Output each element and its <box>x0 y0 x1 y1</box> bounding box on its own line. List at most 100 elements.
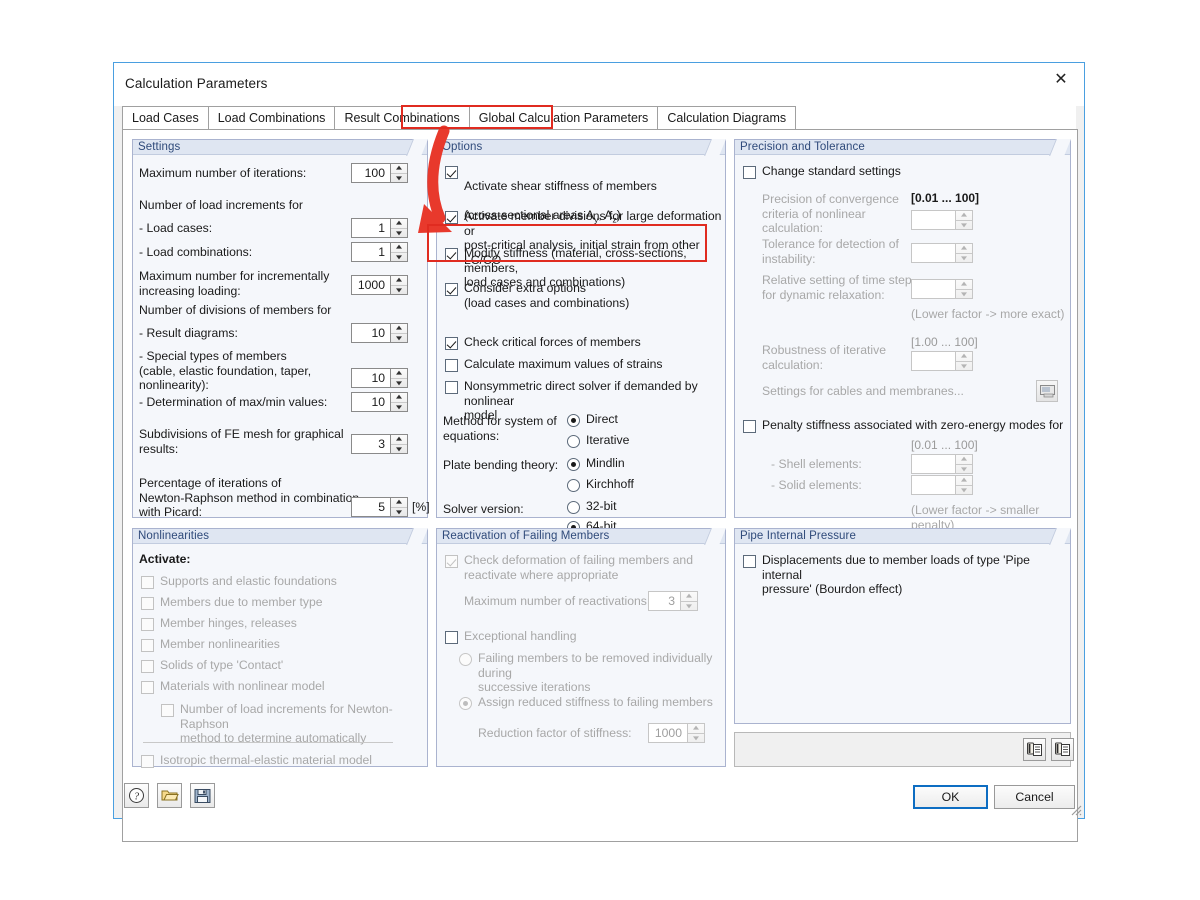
assign-reduced-stiffness-radio[interactable] <box>459 697 472 710</box>
instability-tolerance-value[interactable] <box>912 244 955 262</box>
time-step-value[interactable] <box>912 280 955 298</box>
copy-to-icon[interactable] <box>1023 738 1046 761</box>
maxmin-values-value[interactable]: 10 <box>352 393 390 411</box>
check-deformation-checkbox[interactable] <box>445 555 458 568</box>
solver-32bit-radio[interactable] <box>567 501 580 514</box>
spinner-arrows-icon[interactable] <box>955 352 972 370</box>
special-types-stepper[interactable]: 10 <box>351 368 408 388</box>
newton-raphson-value[interactable]: 5 <box>352 498 390 516</box>
shell-elements-stepper[interactable] <box>911 454 973 474</box>
max-reactivations-value[interactable]: 3 <box>649 592 680 610</box>
method-direct-label: Direct <box>586 412 618 426</box>
svg-text:?: ? <box>134 791 139 802</box>
shell-elements-label: - Shell elements: <box>771 457 862 471</box>
exceptional-handling-checkbox[interactable] <box>445 631 458 644</box>
instability-tolerance-stepper[interactable] <box>911 243 973 263</box>
load-combinations-stepper[interactable]: 1 <box>351 242 408 262</box>
newton-raphson-stepper[interactable]: 5 <box>351 497 408 517</box>
nonsymmetric-solver-checkbox[interactable] <box>445 381 458 394</box>
spinner-arrows-icon[interactable] <box>955 244 972 262</box>
isotropic-thermal-elastic-checkbox[interactable] <box>141 755 154 768</box>
spinner-arrows-icon[interactable] <box>955 280 972 298</box>
spinner-arrows-icon[interactable] <box>390 219 407 237</box>
close-icon[interactable]: ✕ <box>1038 63 1084 95</box>
spinner-arrows-icon[interactable] <box>955 476 972 494</box>
shell-elements-value[interactable] <box>912 455 955 473</box>
fe-mesh-value[interactable]: 3 <box>352 435 390 453</box>
solid-elements-stepper[interactable] <box>911 475 973 495</box>
remove-individually-label: Failing members to be removed individual… <box>478 651 713 694</box>
method-iterative-radio[interactable] <box>567 435 580 448</box>
supports-elastic-foundations-checkbox[interactable] <box>141 576 154 589</box>
activate-member-divisions-checkbox[interactable] <box>445 211 458 224</box>
ok-button[interactable]: OK <box>913 785 988 809</box>
materials-nonlinear-model-checkbox[interactable] <box>141 681 154 694</box>
tab-load-cases[interactable]: Load Cases <box>122 106 209 129</box>
newton-raphson-auto-checkbox[interactable] <box>161 704 174 717</box>
help-icon[interactable]: ? <box>124 783 149 808</box>
incremental-loading-value[interactable]: 1000 <box>352 276 390 294</box>
max-reactivations-stepper[interactable]: 3 <box>648 591 698 611</box>
member-nonlinearities-checkbox[interactable] <box>141 639 154 652</box>
spinner-arrows-icon[interactable] <box>390 243 407 261</box>
special-types-value[interactable]: 10 <box>352 369 390 387</box>
settings-dialog-icon[interactable] <box>1036 380 1058 402</box>
solid-elements-value[interactable] <box>912 476 955 494</box>
copy-from-icon[interactable] <box>1051 738 1074 761</box>
member-hinges-releases-checkbox[interactable] <box>141 618 154 631</box>
load-combinations-value[interactable]: 1 <box>352 243 390 261</box>
solids-contact-checkbox[interactable] <box>141 660 154 673</box>
activate-shear-stiffness-checkbox[interactable] <box>445 166 458 179</box>
reduction-factor-stepper[interactable]: 1000 <box>648 723 705 743</box>
newton-raphson-label: Percentage of iterations of Newton-Raphs… <box>139 476 360 519</box>
spinner-arrows-icon[interactable] <box>955 211 972 229</box>
spinner-arrows-icon[interactable] <box>390 164 407 182</box>
cancel-button[interactable]: Cancel <box>994 785 1075 809</box>
modify-stiffness-checkbox[interactable] <box>445 248 458 261</box>
fe-mesh-stepper[interactable]: 3 <box>351 434 408 454</box>
robustness-stepper[interactable] <box>911 351 973 371</box>
check-critical-forces-checkbox[interactable] <box>445 337 458 350</box>
remove-individually-radio[interactable] <box>459 653 472 666</box>
result-diagrams-value[interactable]: 10 <box>352 324 390 342</box>
plate-kirchhoff-radio[interactable] <box>567 479 580 492</box>
spinner-arrows-icon[interactable] <box>390 393 407 411</box>
spinner-arrows-icon[interactable] <box>390 324 407 342</box>
spinner-arrows-icon[interactable] <box>390 435 407 453</box>
precision-convergence-stepper[interactable] <box>911 210 973 230</box>
calculate-max-strains-checkbox[interactable] <box>445 359 458 372</box>
penalty-stiffness-checkbox[interactable] <box>743 420 756 433</box>
save-disk-icon[interactable] <box>190 783 215 808</box>
time-step-stepper[interactable] <box>911 279 973 299</box>
penalty-stiffness-label: Penalty stiffness associated with zero-e… <box>762 418 1064 432</box>
plate-mindlin-radio[interactable] <box>567 458 580 471</box>
member-divisions-header: Number of divisions of members for <box>139 303 332 317</box>
spinner-arrows-icon[interactable] <box>955 455 972 473</box>
change-standard-settings-checkbox[interactable] <box>743 166 756 179</box>
max-iterations-value[interactable]: 100 <box>352 164 390 182</box>
consider-extra-options-checkbox[interactable] <box>445 283 458 296</box>
resize-grip-icon[interactable] <box>1070 804 1082 816</box>
tab-load-combinations[interactable]: Load Combinations <box>207 106 336 129</box>
spinner-arrows-icon[interactable] <box>390 498 407 516</box>
tab-global-calculation-parameters[interactable]: Global Calculation Parameters <box>468 106 659 129</box>
precision-convergence-value[interactable] <box>912 211 955 229</box>
maxmin-values-stepper[interactable]: 10 <box>351 392 408 412</box>
members-member-type-checkbox[interactable] <box>141 597 154 610</box>
spinner-arrows-icon[interactable] <box>390 369 407 387</box>
method-direct-radio[interactable] <box>567 414 580 427</box>
tab-result-combinations[interactable]: Result Combinations <box>334 106 470 129</box>
load-cases-stepper[interactable]: 1 <box>351 218 408 238</box>
reduction-factor-value[interactable]: 1000 <box>649 724 687 742</box>
spinner-arrows-icon[interactable] <box>687 724 704 742</box>
robustness-value[interactable] <box>912 352 955 370</box>
max-iterations-stepper[interactable]: 100 <box>351 163 408 183</box>
incremental-loading-stepper[interactable]: 1000 <box>351 275 408 295</box>
load-cases-value[interactable]: 1 <box>352 219 390 237</box>
spinner-arrows-icon[interactable] <box>390 276 407 294</box>
result-diagrams-stepper[interactable]: 10 <box>351 323 408 343</box>
spinner-arrows-icon[interactable] <box>680 592 697 610</box>
pipe-displacements-checkbox[interactable] <box>743 555 756 568</box>
open-folder-icon[interactable] <box>157 783 182 808</box>
tab-calculation-diagrams[interactable]: Calculation Diagrams <box>657 106 797 129</box>
